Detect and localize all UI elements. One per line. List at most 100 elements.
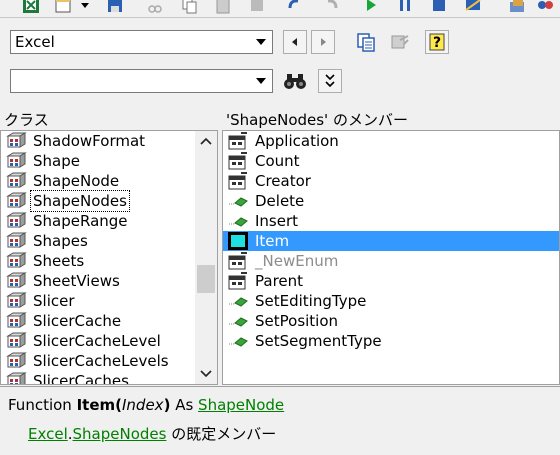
paste-icon[interactable] <box>212 0 234 16</box>
scroll-thumb[interactable] <box>197 265 215 293</box>
property-icon <box>227 272 249 290</box>
member-item-label: Delete <box>255 192 305 210</box>
class-item[interactable]: ShapeNodes <box>1 190 197 212</box>
copy-icon[interactable] <box>178 0 200 16</box>
member-item[interactable]: Creator <box>223 171 559 191</box>
find-icon[interactable] <box>246 0 268 16</box>
cut-icon[interactable] <box>144 0 166 16</box>
go-back-button[interactable] <box>283 30 307 54</box>
view-definition-button[interactable] <box>388 30 412 54</box>
object-browser-icon[interactable] <box>534 0 556 16</box>
member-item[interactable]: SetEditingType <box>223 291 559 311</box>
member-item[interactable]: SetSegmentType <box>223 331 559 351</box>
property-icon <box>227 152 249 170</box>
class-item-label: ShadowFormat <box>33 132 146 150</box>
redo-icon[interactable] <box>320 0 342 16</box>
class-icon <box>5 332 27 350</box>
member-item[interactable]: Item <box>223 231 559 251</box>
member-item[interactable]: Insert <box>223 211 559 231</box>
reset-icon[interactable] <box>428 0 450 16</box>
classes-list[interactable]: ShadowFormat Shape ShapeNode ShapeNodes Shap… <box>0 130 218 385</box>
class-icon <box>5 272 27 290</box>
class-icon <box>5 132 27 150</box>
library-link[interactable]: Excel <box>28 425 68 443</box>
run-icon[interactable] <box>360 0 382 16</box>
method-icon <box>227 192 249 210</box>
insert-module-icon[interactable] <box>52 0 74 16</box>
undo-icon[interactable] <box>284 0 306 16</box>
class-item[interactable]: SheetViews <box>1 271 197 291</box>
member-item-label: Creator <box>255 172 311 190</box>
member-item[interactable]: Parent <box>223 271 559 291</box>
class-item[interactable]: SlicerCacheLevels <box>1 351 197 371</box>
class-icon <box>5 192 27 210</box>
member-item[interactable]: Delete <box>223 191 559 211</box>
library-select-value: Excel <box>15 33 55 51</box>
class-item-label: SlicerCache <box>33 312 122 330</box>
binoculars-icon <box>284 74 306 89</box>
property-icon <box>227 172 249 190</box>
class-item[interactable]: ShapeRange <box>1 211 197 231</box>
classes-header: クラス <box>0 110 218 130</box>
class-item[interactable]: ShadowFormat <box>1 131 197 151</box>
class-item-label: Sheets <box>33 252 85 270</box>
chevron-down-icon[interactable] <box>250 70 272 92</box>
class-item-label: Shape <box>33 152 80 170</box>
class-item-label: SlicerCacheLevels <box>33 352 169 370</box>
class-item[interactable]: SlicerCacheLevel <box>1 331 197 351</box>
member-item[interactable]: _NewEnum <box>223 251 559 271</box>
chevron-up-icon <box>200 137 212 145</box>
signature-paren-open: ( <box>115 396 122 414</box>
class-item[interactable]: Slicer <box>1 291 197 311</box>
class-item[interactable]: SlicerCaches <box>1 371 197 384</box>
view-definition-icon <box>391 35 409 49</box>
scroll-up-button[interactable] <box>195 131 217 151</box>
arrow-left-icon <box>292 38 297 46</box>
class-item[interactable]: Sheets <box>1 251 197 271</box>
method-icon <box>227 312 249 330</box>
member-item-label: Count <box>255 152 300 170</box>
member-item-label: Parent <box>255 272 304 290</box>
chevron-down-icon[interactable] <box>250 31 272 53</box>
class-item-label: ShapeNode <box>33 172 120 190</box>
help-button[interactable]: ? <box>425 30 449 54</box>
member-item[interactable]: Application <box>223 131 559 151</box>
library-select[interactable]: Excel <box>10 30 273 54</box>
class-item[interactable]: SlicerCache <box>1 311 197 331</box>
copy-to-clipboard-button[interactable] <box>354 30 378 54</box>
classes-scrollbar[interactable] <box>195 131 217 384</box>
class-icon <box>5 352 27 370</box>
class-link[interactable]: ShapeNodes <box>73 425 167 443</box>
member-item-label: SetPosition <box>255 312 339 330</box>
class-item[interactable]: Shapes <box>1 231 197 251</box>
class-item[interactable]: ShapeNode <box>1 171 197 191</box>
svg-text:?: ? <box>433 35 441 51</box>
toggle-search-results-button[interactable] <box>318 69 342 93</box>
search-button[interactable] <box>283 69 307 93</box>
project-explorer-icon[interactable] <box>506 0 528 16</box>
chevron-down-icon <box>200 370 212 378</box>
return-type-link[interactable]: ShapeNode <box>198 396 284 414</box>
search-input[interactable] <box>10 69 273 93</box>
class-icon <box>5 172 27 190</box>
member-item[interactable]: SetPosition <box>223 311 559 331</box>
class-item[interactable]: Shape <box>1 151 197 171</box>
class-item-label: ShapeRange <box>33 212 128 230</box>
scroll-down-button[interactable] <box>195 364 217 384</box>
dropdown-icon[interactable] <box>78 0 92 16</box>
member-signature: Function Item(Index) As ShapeNode <box>8 396 284 414</box>
excel-icon[interactable] <box>20 0 42 16</box>
break-icon[interactable] <box>394 0 416 16</box>
property-icon <box>227 252 249 270</box>
design-mode-icon[interactable] <box>462 0 484 16</box>
copy-clipboard-icon <box>357 33 375 52</box>
save-icon[interactable] <box>104 0 126 16</box>
signature-param: Index <box>122 396 164 414</box>
member-item[interactable]: Count <box>223 151 559 171</box>
go-forward-button[interactable] <box>311 30 335 54</box>
member-item-label: Item <box>255 232 290 250</box>
method-icon <box>227 332 249 350</box>
double-chevron-down-icon <box>325 74 335 88</box>
members-list[interactable]: Application Count Creator Delete Insert Item _… <box>222 130 560 385</box>
member-of-line: Excel.ShapeNodes の既定メンバー <box>28 423 276 444</box>
